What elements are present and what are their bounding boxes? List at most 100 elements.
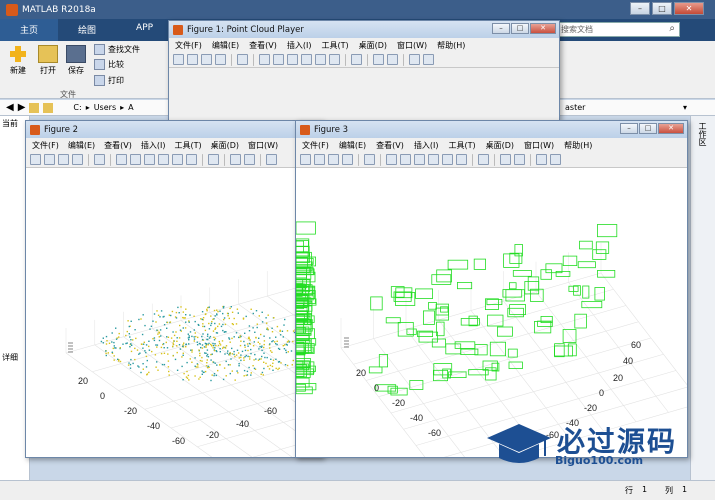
menu-view[interactable]: 查看(V): [104, 140, 132, 151]
path-part[interactable]: A: [128, 103, 133, 112]
dock-icon[interactable]: [550, 154, 561, 165]
rotate-icon[interactable]: [158, 154, 169, 165]
open-icon[interactable]: [187, 54, 198, 65]
pan-icon[interactable]: [414, 154, 425, 165]
zoom-out-icon[interactable]: [130, 154, 141, 165]
colorbar-icon[interactable]: [230, 154, 241, 165]
datatip-icon[interactable]: [442, 154, 453, 165]
search-icon[interactable]: ⌕: [669, 23, 675, 34]
pointer-icon[interactable]: [364, 154, 375, 165]
datatip-icon[interactable]: [315, 54, 326, 65]
menu-window[interactable]: 窗口(W): [524, 140, 554, 151]
menu-tools[interactable]: 工具(T): [448, 140, 475, 151]
rotate-icon[interactable]: [428, 154, 439, 165]
menu-help[interactable]: 帮助(H): [437, 40, 465, 51]
figure-2-window[interactable]: Figure 2 文件(F) 编辑(E) 查看(V) 插入(I) 工具(T) 桌…: [25, 120, 507, 500]
link-icon[interactable]: [478, 154, 489, 165]
menu-desktop[interactable]: 桌面(D): [486, 140, 514, 151]
new-figure-icon[interactable]: [173, 54, 184, 65]
hide-tools-icon[interactable]: [536, 154, 547, 165]
print-icon[interactable]: [215, 54, 226, 65]
menu-file[interactable]: 文件(F): [302, 140, 329, 151]
save-icon[interactable]: [201, 54, 212, 65]
brush-icon[interactable]: [186, 154, 197, 165]
datatip-icon[interactable]: [172, 154, 183, 165]
menu-tools[interactable]: 工具(T): [174, 140, 201, 151]
hide-tools-icon[interactable]: [266, 154, 277, 165]
figure-2-canvas[interactable]: 20 0 -20 -40 -60 -20 -40 -60: [26, 168, 507, 500]
pointer-icon[interactable]: [237, 54, 248, 65]
colorbar-icon[interactable]: [500, 154, 511, 165]
print-icon[interactable]: [342, 154, 353, 165]
path-part[interactable]: Users: [94, 103, 116, 112]
back-arrow-icon[interactable]: ◀: [6, 102, 14, 113]
figure-1-titlebar[interactable]: Figure 1: Point Cloud Player – □ ✕: [169, 21, 559, 38]
minimize-button[interactable]: –: [620, 123, 638, 134]
print-icon[interactable]: [72, 154, 83, 165]
menu-file[interactable]: 文件(F): [32, 140, 59, 151]
tab-home[interactable]: 主页: [0, 19, 59, 41]
pan-icon[interactable]: [287, 54, 298, 65]
menu-help[interactable]: 帮助(H): [564, 140, 592, 151]
close-button[interactable]: ✕: [658, 123, 684, 134]
brush-icon[interactable]: [456, 154, 467, 165]
new-figure-icon[interactable]: [300, 154, 311, 165]
menu-insert[interactable]: 插入(I): [141, 140, 166, 151]
tab-apps[interactable]: APP: [116, 19, 173, 41]
colorbar-icon[interactable]: [373, 54, 384, 65]
zoom-in-icon[interactable]: [386, 154, 397, 165]
brush-icon[interactable]: [329, 54, 340, 65]
find-files-button[interactable]: 查找文件: [94, 44, 140, 55]
save-icon[interactable]: [58, 154, 69, 165]
save-button[interactable]: 保存: [66, 45, 86, 76]
legend-icon[interactable]: [514, 154, 525, 165]
menu-file[interactable]: 文件(F): [175, 40, 202, 51]
workspace-strip[interactable]: 工作区: [690, 116, 715, 480]
figure-2-titlebar[interactable]: Figure 2: [26, 121, 322, 138]
zoom-in-icon[interactable]: [116, 154, 127, 165]
zoom-in-icon[interactable]: [259, 54, 270, 65]
menu-window[interactable]: 窗口(W): [397, 40, 427, 51]
menu-view[interactable]: 查看(V): [376, 140, 404, 151]
figure-3-canvas[interactable]: 20 0 -20 -40 -60 60 40 20 0 -20 -40 -60: [295, 168, 702, 479]
new-button[interactable]: 新建: [8, 45, 28, 76]
tab-plots[interactable]: 绘图: [58, 19, 116, 41]
open-icon[interactable]: [314, 154, 325, 165]
rotate-icon[interactable]: [301, 54, 312, 65]
menu-desktop[interactable]: 桌面(D): [359, 40, 387, 51]
save-icon[interactable]: [328, 154, 339, 165]
menu-insert[interactable]: 插入(I): [287, 40, 312, 51]
pan-icon[interactable]: [144, 154, 155, 165]
maximize-button[interactable]: □: [652, 2, 672, 15]
figure-3-window[interactable]: Figure 3 – □ ✕ 文件(F) 编辑(E) 查看(V) 插入(I) 工…: [295, 120, 702, 479]
zoom-out-icon[interactable]: [273, 54, 284, 65]
close-button[interactable]: ✕: [530, 23, 556, 34]
close-button[interactable]: ✕: [674, 2, 704, 15]
open-icon[interactable]: [44, 154, 55, 165]
new-figure-icon[interactable]: [30, 154, 41, 165]
link-icon[interactable]: [208, 154, 219, 165]
menu-edit[interactable]: 编辑(E): [68, 140, 95, 151]
figure-1-window[interactable]: Figure 1: Point Cloud Player – □ ✕ 文件(F)…: [168, 20, 560, 120]
bounding-box-plot[interactable]: 200-20-40-606040200-20-40-60: [295, 168, 702, 479]
hide-tools-icon[interactable]: [409, 54, 420, 65]
path-part[interactable]: C:: [73, 103, 81, 112]
maximize-button[interactable]: □: [639, 123, 657, 134]
open-button[interactable]: 打开: [38, 45, 58, 76]
minimize-button[interactable]: –: [492, 23, 510, 34]
menu-window[interactable]: 窗口(W): [248, 140, 278, 151]
point-cloud-plot[interactable]: 20 0 -20 -40 -60 -20 -40 -60: [26, 168, 507, 500]
menu-insert[interactable]: 插入(I): [414, 140, 439, 151]
print-button[interactable]: 打印: [94, 75, 124, 86]
legend-icon[interactable]: [387, 54, 398, 65]
dock-icon[interactable]: [423, 54, 434, 65]
menu-edit[interactable]: 编辑(E): [339, 140, 366, 151]
zoom-out-icon[interactable]: [400, 154, 411, 165]
forward-arrow-icon[interactable]: ▶: [18, 102, 26, 113]
browse-folder-icon[interactable]: [43, 102, 54, 113]
path-dropdown-icon[interactable]: ▾: [683, 103, 687, 112]
menu-edit[interactable]: 编辑(E): [212, 40, 239, 51]
menu-tools[interactable]: 工具(T): [321, 40, 348, 51]
figure-3-titlebar[interactable]: Figure 3 – □ ✕: [296, 121, 687, 138]
maximize-button[interactable]: □: [511, 23, 529, 34]
